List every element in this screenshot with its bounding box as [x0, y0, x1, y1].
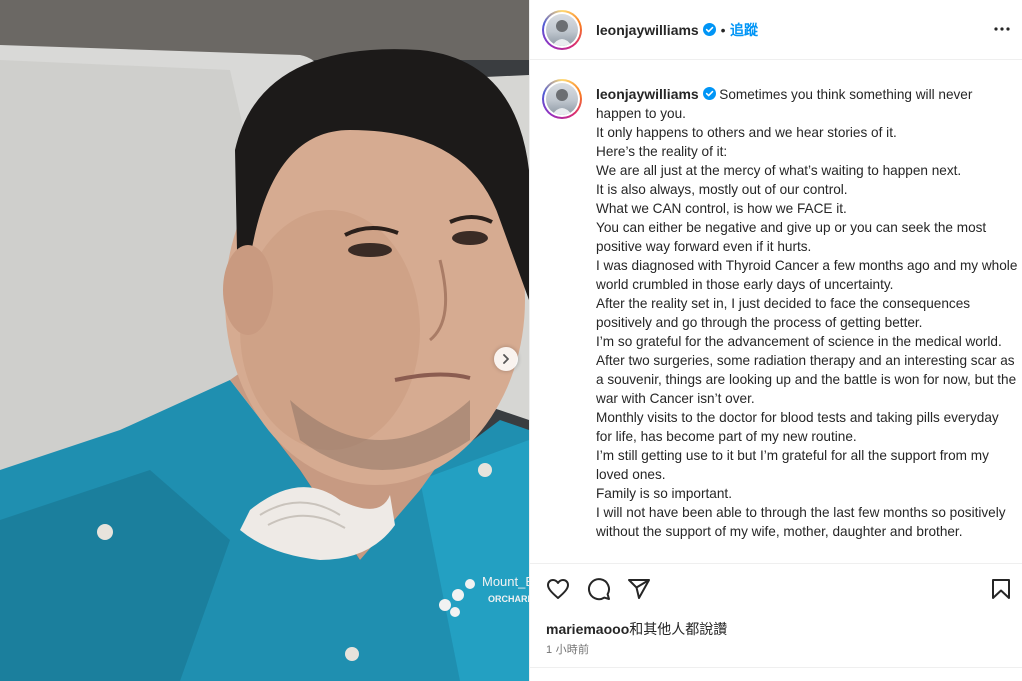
avatar-image	[552, 89, 572, 115]
comment-icon	[588, 578, 610, 601]
bookmark-icon	[992, 579, 1010, 599]
verified-badge-icon	[703, 23, 717, 36]
caption-line: After the reality set in, I just decided…	[596, 296, 971, 330]
chevron-right-icon	[503, 354, 509, 364]
header-separator: •	[720, 22, 726, 38]
post-side-panel: leonjaywilliams • 追蹤 leonjaywilliams Som…	[529, 0, 1022, 681]
selfie-photo: Mount_E ORCHARD	[0, 0, 529, 681]
caption-area: leonjaywilliams Sometimes you think some…	[530, 60, 1022, 563]
caption-line: I was diagnosed with Thyroid Cancer a fe…	[596, 258, 1018, 292]
liked-by-suffix[interactable]: 和其他人都說讚	[629, 621, 727, 637]
follow-button[interactable]: 追蹤	[730, 22, 758, 38]
share-icon	[628, 579, 650, 599]
share-button[interactable]	[627, 577, 651, 606]
post-photo[interactable]: Mount_E ORCHARD	[0, 0, 529, 681]
caption-line: We are all just at the mercy of what’s w…	[596, 163, 962, 178]
avatar-image	[552, 20, 572, 46]
caption-username[interactable]: leonjaywilliams	[596, 86, 699, 102]
save-button[interactable]	[989, 577, 1013, 606]
shirt-logo-subtext: ORCHARD	[488, 594, 529, 604]
next-photo-button[interactable]	[494, 347, 518, 371]
post-timestamp[interactable]: 1 小時前	[546, 641, 589, 657]
divider	[530, 667, 1022, 668]
caption-text: leonjaywilliams Sometimes you think some…	[596, 85, 1018, 541]
like-button[interactable]	[546, 577, 570, 606]
shirt-logo-text: Mount_E	[482, 574, 529, 589]
heart-icon	[547, 579, 569, 599]
likes-summary: mariemaooo和其他人都說讚	[546, 619, 727, 639]
action-bar: mariemaooo和其他人都說讚 1 小時前	[530, 563, 1022, 681]
caption-line: It is also always, mostly out of our con…	[596, 182, 848, 197]
caption-line: I will not have been able to through the…	[596, 505, 1006, 539]
more-options-button[interactable]	[993, 20, 1011, 43]
caption-line: What we CAN control, is how we FACE it.	[596, 201, 847, 216]
caption-line: Here’s the reality of it:	[596, 144, 728, 159]
caption-line: You can either be negative and give up o…	[596, 220, 987, 254]
caption-line: I’m still getting use to it but I’m grat…	[596, 448, 989, 482]
caption-avatar[interactable]	[542, 79, 582, 119]
header-avatar[interactable]	[542, 10, 582, 50]
more-options-icon	[994, 27, 1010, 31]
post-header: leonjaywilliams • 追蹤	[530, 0, 1022, 60]
caption-line: I’m so grateful for the advancement of s…	[596, 334, 1002, 349]
header-username[interactable]: leonjaywilliams	[596, 22, 699, 38]
comment-button[interactable]	[587, 577, 611, 606]
caption-line: Monthly visits to the doctor for blood t…	[596, 410, 999, 444]
liked-by-username[interactable]: mariemaooo	[546, 621, 629, 637]
caption-line: It only happens to others and we hear st…	[596, 125, 897, 140]
caption-line: Family is so important.	[596, 486, 732, 501]
verified-badge-icon	[702, 87, 716, 100]
caption-line: After two surgeries, some radiation ther…	[596, 353, 1017, 406]
caption-line-first: leonjaywilliams Sometimes you think some…	[596, 85, 1018, 123]
